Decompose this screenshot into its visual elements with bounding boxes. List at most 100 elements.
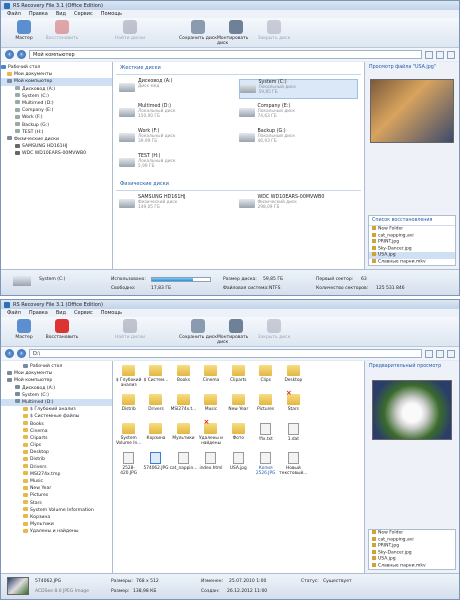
tree-item[interactable]: Stars — [1, 500, 112, 507]
wizard-button[interactable]: Мастер — [5, 317, 43, 340]
back-arrow-icon[interactable]: ‹ — [5, 349, 14, 358]
file-item[interactable]: Cliparts — [225, 365, 252, 392]
drive-g[interactable]: Backup (G:) Локальный диск 46,93 ГБ — [238, 129, 359, 149]
find-disks-button[interactable]: Найти диски — [111, 317, 149, 340]
file-item[interactable]: Новый текстовый... — [279, 452, 307, 479]
drive-d[interactable]: Multimed (D:) Локальный диск 150,00 ГБ — [119, 104, 239, 124]
save-disk-button[interactable]: Сохранить диск — [179, 317, 217, 340]
close-disk-button[interactable]: Закрыть диск — [255, 18, 293, 41]
tree-item-selected[interactable]: Мой компьютер — [1, 78, 112, 86]
tree-item[interactable]: Мои документы — [1, 370, 112, 377]
recovery-item[interactable]: Славные парни.mkv — [369, 258, 455, 266]
tree-item[interactable]: Multimed (D:) — [1, 100, 112, 107]
tree-item[interactable]: Music — [1, 478, 112, 485]
menu-edit[interactable]: Правка — [29, 11, 48, 17]
tree-item[interactable]: Drivers — [1, 464, 112, 471]
physical-disk-wdc[interactable]: WDC WD10EARS-00MVWB0 Физический диск 298,0… — [238, 195, 359, 215]
file-item[interactable]: index.html — [197, 452, 224, 479]
tree-item[interactable]: Cliparts — [1, 435, 112, 442]
tree-item[interactable]: Clips — [1, 442, 112, 449]
physical-disk-samsung[interactable]: SAMSUNG HD161HJ Физический диск 149,05 ГБ — [119, 195, 239, 215]
menu-service[interactable]: Сервис — [74, 310, 93, 316]
tree-item[interactable]: Рабочий стол — [1, 64, 112, 71]
file-item[interactable]: Удалены и найдены — [197, 420, 224, 450]
address-field[interactable]: Мой компьютер — [29, 50, 422, 59]
file-item[interactable]: cat_nappin... — [170, 452, 197, 479]
view-list-icon[interactable] — [436, 50, 444, 59]
file-item[interactable]: MSI274x.t... — [170, 394, 198, 421]
tree-item[interactable]: Cinema — [1, 428, 112, 435]
tree-item[interactable]: Books — [1, 421, 112, 428]
tree-item[interactable]: $ Системные файлы — [1, 413, 112, 420]
tree-item[interactable]: Рабочий стол — [1, 363, 112, 370]
wizard-button[interactable]: Мастер — [5, 18, 43, 41]
menu-service[interactable]: Сервис — [74, 11, 93, 17]
tree-item[interactable]: System Volume Information — [1, 507, 112, 514]
tree-item[interactable]: Дисковод (A:) — [1, 385, 112, 392]
recover-button[interactable]: Восстановить — [43, 18, 81, 41]
view-details-icon[interactable] — [447, 349, 455, 358]
tree-item[interactable]: Desktop — [1, 449, 112, 456]
menu-help[interactable]: Помощь — [101, 310, 122, 316]
file-item[interactable]: Books — [170, 365, 198, 392]
tree-item[interactable]: Distrib — [1, 456, 112, 463]
file-item[interactable]: New Year — [225, 394, 252, 421]
mount-disk-button[interactable]: Монтировать диск — [217, 317, 255, 345]
tree-item[interactable]: $ Глубокий анализ — [1, 406, 112, 413]
file-item[interactable]: Desktop — [279, 365, 307, 392]
forward-arrow-icon[interactable]: › — [17, 50, 26, 59]
file-item[interactable]: Фото — [225, 423, 252, 450]
file-item[interactable]: Копия 2526.JPG — [252, 452, 279, 479]
tree-item[interactable]: Pictures — [1, 492, 112, 499]
drive-a[interactable]: Дисковод (A:) Диск мед — [119, 79, 239, 99]
drive-c[interactable]: System (C:) Локальный диск 59,85 ГБ — [238, 79, 358, 99]
file-item[interactable]: $ Систем... — [142, 365, 169, 392]
mount-disk-button[interactable]: Монтировать диск — [217, 18, 255, 46]
file-item[interactable]: Pictures — [252, 394, 279, 421]
file-item[interactable]: System Volume In... — [115, 423, 142, 450]
menu-file[interactable]: Файл — [7, 11, 21, 17]
tree-item[interactable]: MSI274x.tmp — [1, 471, 112, 478]
file-item[interactable]: !fix.txt — [252, 423, 279, 450]
forward-arrow-icon[interactable]: › — [17, 349, 26, 358]
drive-e[interactable]: Company (E:) Локальный диск 74,63 ГБ — [238, 104, 359, 124]
find-disks-button[interactable]: Найти диски — [111, 18, 149, 41]
tree-item[interactable]: System (C:) — [1, 93, 112, 100]
menu-file[interactable]: Файл — [7, 310, 21, 316]
recover-button[interactable]: Восстановить — [43, 317, 81, 340]
menu-view[interactable]: Вид — [56, 310, 66, 316]
tree-item[interactable]: Удалены и найдены — [1, 528, 112, 535]
view-details-icon[interactable] — [447, 50, 455, 59]
back-arrow-icon[interactable]: ‹ — [5, 50, 14, 59]
file-item[interactable]: 574062.JPG — [142, 452, 169, 479]
menu-view[interactable]: Вид — [56, 11, 66, 17]
tree-item[interactable]: Backup (G:) — [1, 122, 112, 129]
view-list-icon[interactable] — [436, 349, 444, 358]
view-mode-icon[interactable] — [425, 349, 433, 358]
tree-item-selected[interactable]: Multimed (D:) — [1, 398, 112, 407]
tree-item[interactable]: Мультики — [1, 521, 112, 528]
file-item[interactable]: Clips — [252, 365, 279, 392]
tree-item[interactable]: Дисковод (A:) — [1, 86, 112, 93]
file-item[interactable]: 1.dat — [279, 423, 307, 450]
file-item[interactable]: $ Глубокий анализ — [115, 365, 142, 392]
tree-item[interactable]: WDC WD10EARS-00MVWB0 — [1, 150, 112, 157]
view-mode-icon[interactable] — [425, 50, 433, 59]
file-item[interactable]: Drivers — [142, 394, 169, 421]
tree-item[interactable]: Физические диски — [1, 136, 112, 143]
tree-item[interactable]: New Year — [1, 485, 112, 492]
drive-h[interactable]: TEST (H:) Локальный диск 5,99 ГБ — [119, 154, 239, 174]
menu-help[interactable]: Помощь — [101, 11, 122, 17]
address-field[interactable]: D:\ — [29, 349, 422, 358]
file-item[interactable]: Мультики — [170, 423, 198, 450]
save-disk-button[interactable]: Сохранить диск — [179, 18, 217, 41]
file-item[interactable]: Cinema — [197, 365, 224, 392]
file-item[interactable]: Корзина — [142, 423, 169, 450]
file-item[interactable]: USA.jpg — [225, 452, 252, 479]
file-item[interactable]: Music — [197, 394, 224, 421]
recovery-item[interactable]: Славные парни.mkv — [369, 562, 455, 570]
menu-edit[interactable]: Правка — [29, 310, 48, 316]
file-item[interactable]: Distrib — [115, 394, 142, 421]
file-item[interactable]: 2528-420.JPG — [115, 452, 142, 479]
close-disk-button[interactable]: Закрыть диск — [255, 317, 293, 340]
